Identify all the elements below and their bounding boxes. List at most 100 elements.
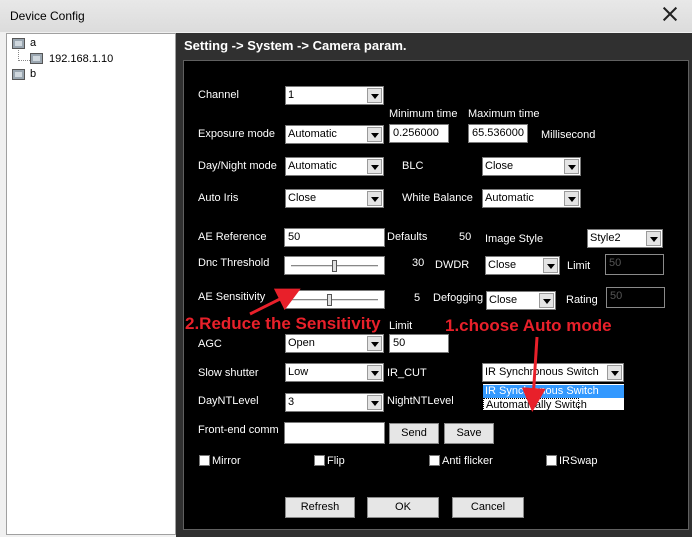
agc-value: Open — [288, 337, 315, 349]
dwdr-limit-label: Limit — [567, 260, 591, 272]
dropdown-option[interactable]: IR Synchronous Switch — [483, 385, 624, 398]
chevron-down-icon[interactable] — [367, 159, 382, 174]
chevron-down-icon[interactable] — [564, 159, 579, 174]
defogging-select[interactable]: Close — [486, 291, 556, 310]
ir-cut-value: IR Synchronous Switch — [485, 366, 599, 378]
day-night-value: Automatic — [288, 160, 337, 172]
min-time-label: Minimum time — [389, 108, 458, 120]
agc-label: AGC — [198, 338, 222, 350]
agc-limit-input[interactable]: 50 — [389, 334, 449, 353]
chevron-down-icon[interactable] — [367, 127, 382, 142]
defogging-label: Defogging — [433, 292, 484, 304]
min-time-input[interactable]: 0.256000 — [389, 124, 449, 143]
auto-iris-label: Auto Iris — [198, 192, 239, 204]
slow-shutter-value: Low — [288, 366, 309, 378]
chevron-down-icon[interactable] — [367, 191, 382, 206]
dropdown-option[interactable]: Automatically Switch — [483, 398, 587, 411]
tree-node-b[interactable]: b — [30, 68, 36, 80]
blc-label: BLC — [402, 160, 424, 172]
ae-reference-label: AE Reference — [198, 231, 267, 243]
annotation-step1: 1.choose Auto mode — [445, 316, 612, 335]
anti-flicker-label: Anti flicker — [442, 455, 493, 467]
channel-select[interactable]: 1 — [285, 86, 384, 105]
irswap-label: IRSwap — [559, 455, 598, 467]
slider-thumb[interactable] — [327, 294, 333, 306]
max-time-label: Maximum time — [468, 108, 540, 120]
ae-sensitivity-value: 5 — [414, 292, 421, 304]
checkbox-icon[interactable] — [314, 455, 325, 466]
refresh-button[interactable]: Refresh — [285, 497, 355, 518]
slow-shutter-select[interactable]: Low — [285, 363, 384, 382]
image-style-label: Image Style — [485, 233, 544, 245]
dnc-threshold-value: 30 — [412, 257, 425, 269]
defogging-value: Close — [489, 294, 518, 306]
night-nt-level-label: NightNTLevel — [387, 395, 454, 407]
flip-checkbox[interactable]: Flip — [314, 455, 345, 467]
chevron-down-icon[interactable] — [543, 258, 558, 273]
irswap-checkbox[interactable]: IRSwap — [546, 455, 598, 467]
mirror-label: Mirror — [212, 455, 241, 467]
device-group-icon — [12, 38, 25, 49]
chevron-down-icon[interactable] — [367, 365, 382, 380]
slow-shutter-label: Slow shutter — [198, 367, 259, 379]
blc-select[interactable]: Close — [482, 157, 581, 176]
ir-cut-label: IR_CUT — [387, 367, 427, 379]
defaults-value: 50 — [459, 231, 472, 243]
defogging-rating-input: 50 — [606, 287, 665, 308]
close-icon[interactable] — [662, 6, 678, 22]
exposure-mode-label: Exposure mode — [198, 128, 276, 140]
ok-button[interactable]: OK — [367, 497, 439, 518]
chevron-down-icon[interactable] — [367, 88, 382, 103]
tree-node-a[interactable]: a — [30, 37, 36, 49]
tree-connector — [18, 60, 30, 61]
ir-cut-dropdown: IR Synchronous Switch Automatically Swit… — [482, 383, 625, 411]
day-night-select[interactable]: Automatic — [285, 157, 384, 176]
camera-icon — [30, 53, 43, 64]
time-unit-label: Millisecond — [541, 129, 596, 141]
slider-track — [291, 299, 378, 301]
device-tree: a 192.168.1.10 b — [6, 33, 176, 535]
agc-limit-label: Limit — [389, 320, 413, 332]
image-style-select[interactable]: Style2 — [587, 229, 663, 248]
blc-value: Close — [485, 160, 514, 172]
checkbox-icon[interactable] — [199, 455, 210, 466]
breadcrumb: Setting -> System -> Camera param. — [184, 38, 407, 53]
dwdr-select[interactable]: Close — [485, 256, 560, 275]
exposure-mode-select[interactable]: Automatic — [285, 125, 384, 144]
device-config-window: Device Config a 192.168.1.10 b Setting -… — [0, 0, 692, 537]
save-button[interactable]: Save — [444, 423, 494, 444]
chevron-down-icon[interactable] — [564, 191, 579, 206]
day-nt-level-select[interactable]: 3 — [285, 393, 384, 412]
max-time-input[interactable]: 65.536000 — [468, 124, 528, 143]
front-end-input[interactable] — [284, 422, 385, 444]
chevron-down-icon[interactable] — [646, 231, 661, 246]
cancel-button[interactable]: Cancel — [452, 497, 524, 518]
chevron-down-icon[interactable] — [367, 336, 382, 351]
dwdr-label: DWDR — [435, 259, 470, 271]
auto-iris-select[interactable]: Close — [285, 189, 384, 208]
mirror-checkbox[interactable]: Mirror — [199, 455, 241, 467]
ir-cut-select[interactable]: IR Synchronous Switch — [482, 363, 624, 382]
anti-flicker-checkbox[interactable]: Anti flicker — [429, 455, 493, 467]
ae-sensitivity-slider[interactable] — [284, 290, 385, 309]
chevron-down-icon[interactable] — [539, 293, 554, 308]
flip-label: Flip — [327, 455, 345, 467]
defaults-label: Defaults — [387, 231, 428, 243]
chevron-down-icon[interactable] — [607, 365, 622, 380]
white-balance-select[interactable]: Automatic — [482, 189, 581, 208]
chevron-down-icon[interactable] — [367, 395, 382, 410]
tree-node-camera[interactable]: 192.168.1.10 — [49, 53, 113, 65]
auto-iris-value: Close — [288, 192, 317, 204]
channel-value: 1 — [288, 89, 295, 101]
ae-reference-input[interactable]: 50 — [284, 228, 385, 247]
slider-thumb[interactable] — [331, 260, 337, 272]
white-balance-label: White Balance — [402, 192, 473, 204]
send-button[interactable]: Send — [389, 423, 439, 444]
white-balance-value: Automatic — [485, 192, 534, 204]
checkbox-icon[interactable] — [429, 455, 440, 466]
annotation-step2: 2.Reduce the Sensitivity — [185, 314, 381, 333]
checkbox-icon[interactable] — [546, 455, 557, 466]
exposure-mode-value: Automatic — [288, 128, 337, 140]
agc-select[interactable]: Open — [285, 334, 384, 353]
dnc-threshold-slider[interactable] — [284, 256, 385, 275]
